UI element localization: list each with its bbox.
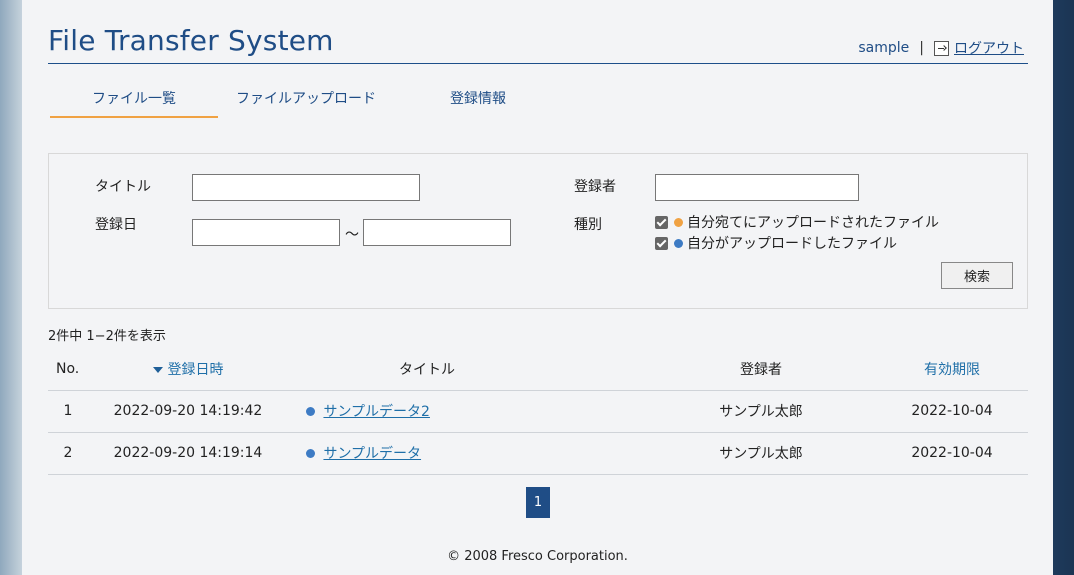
tab-registration-info[interactable]: 登録情報 (394, 80, 562, 118)
row-expiry: 2022-10-04 (876, 390, 1028, 433)
title-label: タイトル (95, 179, 151, 195)
row-date: 2022-09-20 14:19:14 (88, 432, 288, 475)
date-to-input[interactable] (363, 219, 511, 246)
result-count: 2件中 1−2件を表示 (48, 329, 166, 344)
row-registrant: サンプル太郎 (646, 432, 876, 475)
table-row: 2 2022-09-20 14:19:14 サンプルデータ サンプル太郎 202… (48, 432, 1028, 475)
column-date-sort[interactable]: 登録日時 (88, 348, 288, 391)
file-link[interactable]: サンプルデータ2 (323, 404, 430, 420)
table-header-row: No. 登録日時 タイトル 登録者 有効期限 (48, 348, 1028, 391)
row-date: 2022-09-20 14:19:42 (88, 390, 288, 433)
checkbox-uploaded[interactable] (655, 236, 668, 250)
type-option-uploaded-label: 自分がアップロードしたファイル (687, 236, 897, 252)
footer-copyright: © 2008 Fresco Corporation. (447, 549, 628, 564)
user-area: sample | ログアウト (858, 38, 1024, 58)
main-panel: File Transfer System sample | ログアウト ファイル… (22, 0, 1053, 575)
tab-file-upload[interactable]: ファイルアップロード (218, 80, 394, 118)
app-title: File Transfer System (48, 24, 334, 57)
row-registrant: サンプル太郎 (646, 390, 876, 433)
column-date-label: 登録日時 (167, 361, 224, 378)
username: sample (858, 40, 910, 56)
row-no: 2 (48, 432, 88, 475)
checkbox-received[interactable] (655, 215, 668, 229)
nav-tabs: ファイル一覧 ファイルアップロード 登録情報 (50, 80, 562, 118)
blue-dot-icon (306, 449, 315, 458)
blue-dot-icon (674, 238, 683, 248)
orange-dot-icon (674, 217, 683, 227)
column-no: No. (48, 348, 88, 391)
page-button-current[interactable]: 1 (526, 487, 550, 518)
type-option-uploaded[interactable]: 自分がアップロードしたファイル (655, 233, 897, 253)
column-title: タイトル (288, 348, 646, 391)
header: File Transfer System sample | ログアウト (48, 24, 1028, 64)
row-title-cell: サンプルデータ (288, 432, 646, 475)
file-table: No. 登録日時 タイトル 登録者 有効期限 1 2022-09-20 14:1… (48, 348, 1028, 475)
type-option-received-label: 自分宛てにアップロードされたファイル (687, 215, 939, 231)
file-link[interactable]: サンプルデータ (323, 446, 421, 462)
row-expiry: 2022-10-04 (876, 432, 1028, 475)
registrant-input[interactable] (655, 174, 859, 201)
search-button[interactable]: 検索 (941, 262, 1013, 289)
blue-dot-icon (306, 407, 315, 416)
header-separator: | (919, 40, 924, 56)
table-row: 1 2022-09-20 14:19:42 サンプルデータ2 サンプル太郎 20… (48, 390, 1028, 433)
date-label: 登録日 (95, 217, 137, 233)
pagination: 1 (526, 487, 550, 518)
row-title-cell: サンプルデータ2 (288, 390, 646, 433)
date-range-separator: ～ (345, 227, 359, 243)
logout-link[interactable]: ログアウト (954, 38, 1024, 58)
column-registrant: 登録者 (646, 348, 876, 391)
logout-icon[interactable] (934, 40, 949, 56)
type-label: 種別 (574, 217, 602, 233)
search-form: タイトル 登録者 登録日 ～ 種別 自分宛てにアップロードされたファイル 自分が… (48, 153, 1028, 309)
row-no: 1 (48, 390, 88, 433)
column-expiry-sort[interactable]: 有効期限 (876, 348, 1028, 391)
registrant-label: 登録者 (574, 179, 616, 195)
date-from-input[interactable] (192, 219, 340, 246)
sort-desc-icon (152, 366, 163, 373)
type-option-received[interactable]: 自分宛てにアップロードされたファイル (655, 212, 939, 232)
tab-file-list[interactable]: ファイル一覧 (50, 80, 218, 118)
title-input[interactable] (192, 174, 420, 201)
